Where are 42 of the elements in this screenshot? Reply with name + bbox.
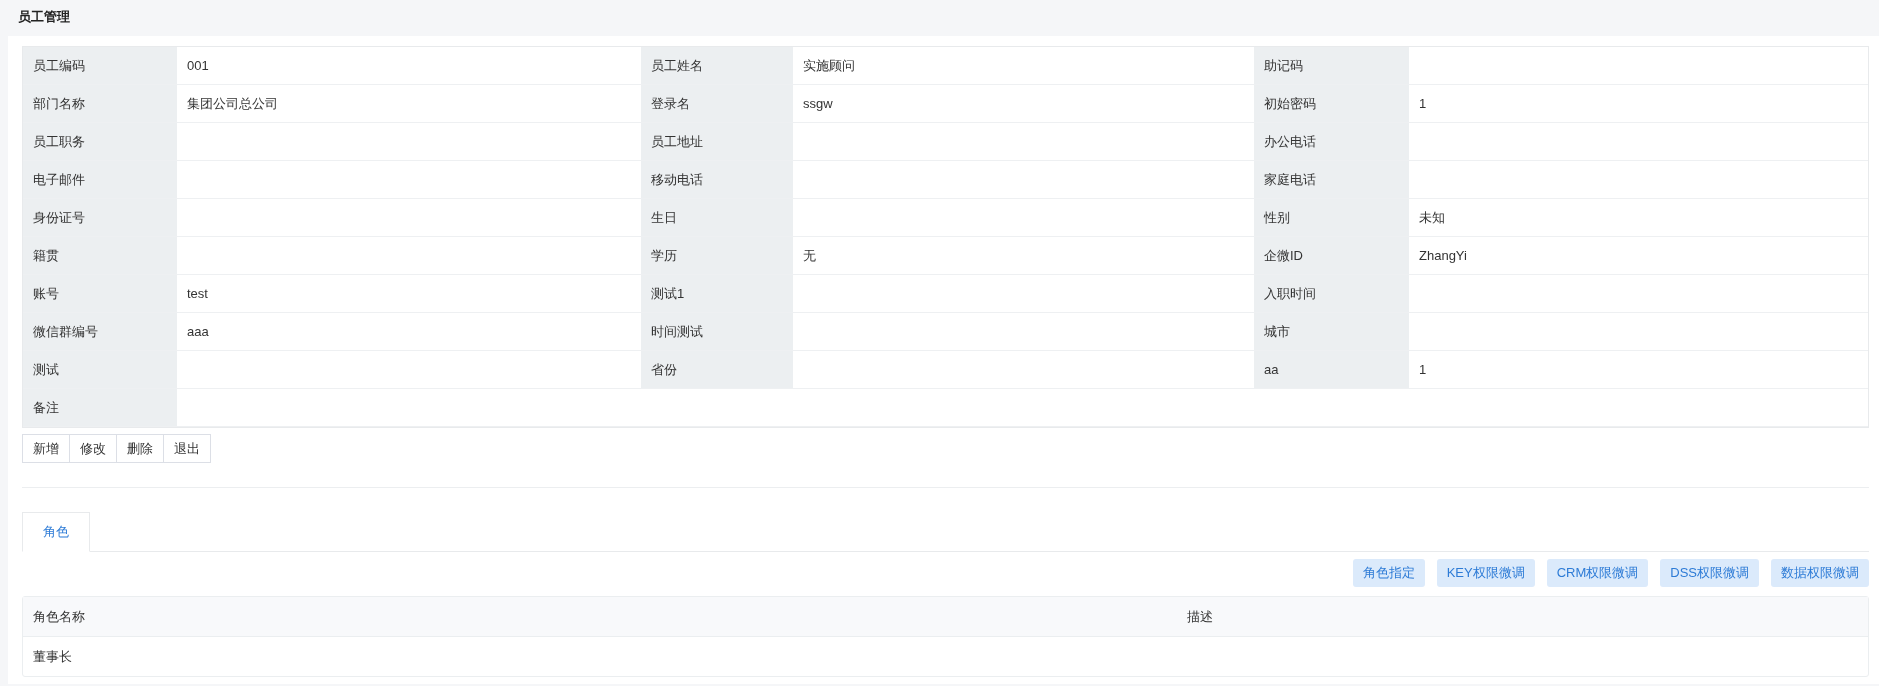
field-label: 城市 bbox=[1254, 313, 1409, 351]
action-button[interactable]: 修改 bbox=[70, 434, 117, 463]
action-button[interactable]: 角色指定 bbox=[1352, 559, 1425, 587]
field-label: 备注 bbox=[23, 389, 177, 427]
action-button[interactable]: 删除 bbox=[117, 434, 164, 463]
field-label: 初始密码 bbox=[1254, 85, 1409, 123]
field-label: 测试1 bbox=[641, 275, 793, 313]
column-header: 角色名称 bbox=[32, 607, 86, 626]
field-label: 登录名 bbox=[641, 85, 793, 123]
field-label: 学历 bbox=[641, 237, 793, 275]
field-label: 家庭电话 bbox=[1254, 161, 1409, 199]
field-label: 微信群编号 bbox=[23, 313, 177, 351]
field-label: aa bbox=[1254, 351, 1409, 389]
field-label: 籍贯 bbox=[23, 237, 177, 275]
field-label: 测试 bbox=[23, 351, 177, 389]
action-button[interactable]: CRM权限微调 bbox=[1546, 559, 1649, 587]
field-label: 移动电话 bbox=[641, 161, 793, 199]
field-label: 性别 bbox=[1254, 199, 1409, 237]
column-header: 描述 bbox=[1186, 607, 1214, 626]
field-label: 省份 bbox=[641, 351, 793, 389]
table-cell-text: 董事长 bbox=[32, 647, 73, 666]
field-label: 部门名称 bbox=[23, 85, 177, 123]
action-button[interactable]: 数据权限微调 bbox=[1771, 559, 1869, 587]
field-label: 助记码 bbox=[1254, 47, 1409, 85]
field-label: 员工编码 bbox=[23, 47, 177, 85]
action-button[interactable]: DSS权限微调 bbox=[1660, 559, 1759, 587]
field-label: 电子邮件 bbox=[23, 161, 177, 199]
field-label: 员工姓名 bbox=[641, 47, 793, 85]
action-button[interactable]: 新增 bbox=[22, 434, 70, 463]
field-label: 身份证号 bbox=[23, 199, 177, 237]
field-label: 办公电话 bbox=[1254, 123, 1409, 161]
field-label: 入职时间 bbox=[1254, 275, 1409, 313]
page-title: 员工管理 bbox=[18, 7, 70, 26]
field-label: 企微ID bbox=[1254, 237, 1409, 275]
field-label: 账号 bbox=[23, 275, 177, 313]
tab[interactable]: 角色 bbox=[22, 512, 90, 552]
action-button[interactable]: KEY权限微调 bbox=[1436, 559, 1535, 587]
action-button[interactable]: 退出 bbox=[164, 434, 211, 463]
field-label: 生日 bbox=[641, 199, 793, 237]
field-label: 时间测试 bbox=[641, 313, 793, 351]
field-label: 员工地址 bbox=[641, 123, 793, 161]
field-label: 员工职务 bbox=[23, 123, 177, 161]
